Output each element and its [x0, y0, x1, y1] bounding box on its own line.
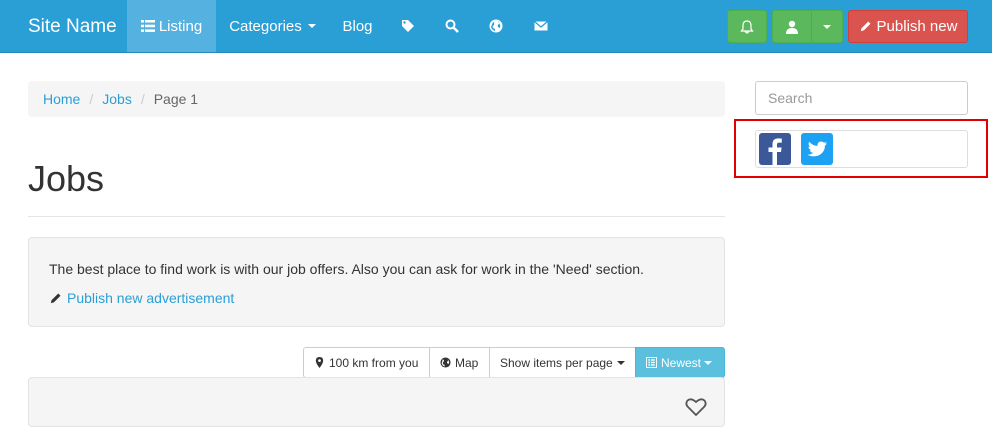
- breadcrumb-separator: /: [140, 91, 145, 107]
- listing-item[interactable]: [28, 377, 725, 427]
- title-divider: [28, 216, 725, 217]
- nav-tags[interactable]: [386, 0, 430, 52]
- nav-contact[interactable]: [518, 0, 564, 52]
- sort-label: Newest: [661, 355, 702, 370]
- sidebar-search-input[interactable]: [755, 81, 968, 115]
- tag-icon: [402, 20, 414, 32]
- page-title: Jobs: [28, 158, 105, 199]
- list-alt-icon: [646, 357, 657, 368]
- caret-down-icon: [823, 24, 831, 29]
- nav-listing[interactable]: Listing: [127, 0, 216, 52]
- caret-down-icon: [704, 360, 713, 365]
- listing-toolbar: 100 km from you Map Show items per page …: [303, 347, 725, 378]
- notifications-button[interactable]: [727, 10, 767, 43]
- globe-icon: [440, 357, 451, 368]
- category-description-panel: The best place to find work is with our …: [28, 237, 725, 327]
- user-menu-dropdown-toggle[interactable]: [811, 10, 843, 43]
- map-view-label: Map: [455, 355, 479, 370]
- caret-down-icon: [616, 360, 625, 365]
- distance-filter-label: 100 km from you: [329, 355, 419, 370]
- pencil-icon: [860, 21, 871, 32]
- nav-search[interactable]: [430, 0, 474, 52]
- breadcrumb-current: Page 1: [153, 91, 199, 107]
- site-brand[interactable]: Site Name: [28, 0, 117, 53]
- map-view-button[interactable]: Map: [429, 347, 490, 378]
- breadcrumb: Home / Jobs / Page 1: [28, 81, 725, 117]
- items-per-page-dropdown[interactable]: Show items per page: [489, 347, 636, 378]
- globe-icon: [489, 19, 503, 33]
- envelope-icon: [534, 21, 548, 31]
- nav-listing-label: Listing: [158, 17, 203, 35]
- nav-categories[interactable]: Categories: [216, 0, 329, 52]
- nav-blog-label: Blog: [342, 17, 373, 35]
- annotation-highlight-box: [734, 119, 988, 178]
- distance-filter-button[interactable]: 100 km from you: [303, 347, 430, 378]
- category-description: The best place to find work is with our …: [49, 261, 644, 277]
- breadcrumb-home[interactable]: Home: [43, 91, 80, 107]
- top-navbar: Site Name Listing Categories Blog Publis…: [0, 0, 992, 53]
- list-icon: [140, 20, 155, 32]
- breadcrumb-separator: /: [89, 91, 94, 107]
- breadcrumb-jobs[interactable]: Jobs: [102, 91, 132, 107]
- sort-dropdown[interactable]: Newest: [635, 347, 725, 378]
- heart-icon[interactable]: [685, 397, 707, 417]
- nav-globe[interactable]: [474, 0, 518, 52]
- user-menu-button[interactable]: [772, 10, 812, 43]
- nav-categories-label: Categories: [229, 17, 302, 35]
- publish-advertisement-label: Publish new advertisement: [67, 290, 235, 306]
- caret-down-icon: [307, 24, 316, 28]
- items-per-page-label: Show items per page: [500, 355, 613, 370]
- publish-advertisement-link[interactable]: Publish new advertisement: [49, 290, 234, 306]
- bell-icon: [740, 19, 754, 34]
- pencil-icon: [50, 292, 61, 303]
- user-icon: [786, 20, 798, 34]
- map-marker-icon: [315, 357, 324, 368]
- publish-new-label: Publish new: [876, 18, 958, 35]
- search-icon: [445, 19, 459, 33]
- nav-blog[interactable]: Blog: [329, 0, 386, 52]
- publish-new-button[interactable]: Publish new: [848, 10, 968, 43]
